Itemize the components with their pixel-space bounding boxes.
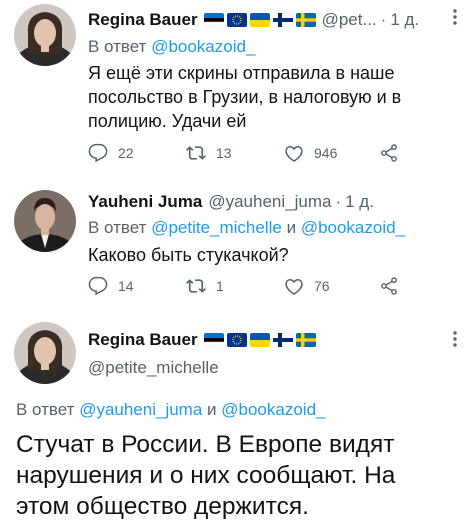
flag-estonia-icon bbox=[203, 333, 224, 347]
flag-finland-icon bbox=[272, 333, 293, 347]
share-icon bbox=[381, 277, 397, 295]
author-handle[interactable]: @yauheni_juma bbox=[208, 192, 331, 212]
like-button[interactable]: 946 bbox=[284, 143, 337, 163]
reply-icon bbox=[88, 276, 108, 296]
tweet-text-line: Я ещё эти скрины отправила в наше bbox=[88, 63, 395, 83]
like-count: 946 bbox=[314, 145, 338, 161]
reply-handle-link[interactable]: @petite_michelle bbox=[151, 218, 282, 237]
flag-emojis bbox=[203, 333, 316, 347]
tweet-text: Стучат в России. В Европе видят нарушени… bbox=[16, 429, 466, 522]
like-button[interactable]: 76 bbox=[284, 276, 330, 296]
reply-prefix: В ответ bbox=[88, 218, 147, 237]
reply-handle-link[interactable]: @bookazoid_ bbox=[301, 218, 405, 237]
share-button[interactable] bbox=[378, 276, 400, 296]
author-name[interactable]: Regina Bauer bbox=[88, 10, 198, 30]
more-icon[interactable] bbox=[452, 330, 458, 353]
reply-button[interactable]: 14 bbox=[88, 276, 134, 296]
tweet-text-line: Стучат в России. В Европе видят bbox=[16, 431, 395, 458]
reply-handle-link[interactable]: @yauheni_juma bbox=[79, 400, 202, 419]
separator-dot: · bbox=[380, 10, 387, 29]
action-bar: 14 1 76 bbox=[88, 276, 468, 298]
retweet-icon bbox=[186, 146, 206, 160]
reply-and: и bbox=[286, 218, 297, 237]
flag-eu-icon bbox=[226, 333, 247, 347]
retweet-icon bbox=[186, 279, 206, 293]
like-count: 76 bbox=[314, 278, 330, 294]
author-handle-line: @petite_michelle bbox=[88, 358, 219, 378]
flag-sweden-icon bbox=[295, 13, 316, 27]
author-handle[interactable]: @pet... bbox=[322, 10, 377, 30]
reply-count: 14 bbox=[118, 278, 134, 294]
tweet-2[interactable]: Yauheni Juma @yauheni_juma · 1 д. В отве… bbox=[0, 180, 474, 310]
tweet-header: Regina Bauer @pet... · 1 д. bbox=[88, 10, 419, 30]
author-name[interactable]: Regina Bauer bbox=[88, 330, 198, 350]
tweet-text-line: нарушения и о них сообщают. На bbox=[16, 462, 396, 489]
tweet-text: Каково быть стукачкой? bbox=[88, 245, 289, 265]
avatar[interactable] bbox=[14, 190, 76, 252]
flag-ukraine-icon bbox=[249, 333, 270, 347]
flag-emojis bbox=[203, 13, 316, 27]
tweet-text-line: полицию. Удачи ей bbox=[88, 111, 247, 131]
reply-prefix: В ответ bbox=[88, 37, 147, 56]
reply-handle-link[interactable]: @bookazoid_ bbox=[151, 37, 255, 56]
reply-context: В ответ @yauheni_juma и @bookazoid_ bbox=[16, 400, 325, 420]
tweet-text-line: посольство в Грузии, в налоговую и в bbox=[88, 87, 402, 107]
reply-context: В ответ @bookazoid_ bbox=[88, 37, 255, 57]
share-icon bbox=[381, 144, 397, 162]
reply-icon bbox=[88, 143, 108, 163]
reply-handle-link[interactable]: @bookazoid_ bbox=[221, 400, 325, 419]
author-handle[interactable]: @petite_michelle bbox=[88, 358, 219, 377]
tweet-header: Regina Bauer bbox=[88, 330, 322, 350]
reply-context: В ответ @petite_michelle и @bookazoid_ bbox=[88, 218, 405, 238]
flag-estonia-icon bbox=[203, 13, 224, 27]
flag-ukraine-icon bbox=[249, 13, 270, 27]
author-name[interactable]: Yauheni Juma bbox=[88, 192, 202, 212]
reply-and: и bbox=[207, 400, 217, 419]
timestamp[interactable]: 1 д. bbox=[345, 192, 374, 212]
retweet-count: 13 bbox=[216, 145, 232, 161]
like-icon bbox=[285, 278, 303, 295]
reply-button[interactable]: 22 bbox=[88, 143, 134, 163]
separator-dot: · bbox=[335, 192, 342, 211]
action-bar: 22 13 946 bbox=[88, 143, 468, 165]
share-button[interactable] bbox=[378, 143, 400, 163]
more-icon[interactable] bbox=[452, 8, 458, 31]
retweet-button[interactable]: 1 bbox=[186, 276, 224, 296]
tweet-text-line: этом общество держится. bbox=[16, 493, 309, 520]
reply-prefix: В ответ bbox=[16, 400, 75, 419]
tweet-header: Yauheni Juma @yauheni_juma · 1 д. bbox=[88, 192, 374, 212]
flag-sweden-icon bbox=[295, 333, 316, 347]
flag-finland-icon bbox=[272, 13, 293, 27]
avatar[interactable] bbox=[14, 322, 76, 384]
retweet-count: 1 bbox=[216, 278, 224, 294]
reply-count: 22 bbox=[118, 145, 134, 161]
avatar[interactable] bbox=[14, 4, 76, 66]
timestamp[interactable]: 1 д. bbox=[390, 10, 419, 30]
like-icon bbox=[285, 145, 303, 162]
tweet-1[interactable]: Regina Bauer @pet... · 1 д. В ответ @boo… bbox=[0, 0, 474, 180]
retweet-button[interactable]: 13 bbox=[186, 143, 232, 163]
flag-eu-icon bbox=[226, 13, 247, 27]
tweet-text: Я ещё эти скрины отправила в наше посоль… bbox=[88, 61, 468, 133]
